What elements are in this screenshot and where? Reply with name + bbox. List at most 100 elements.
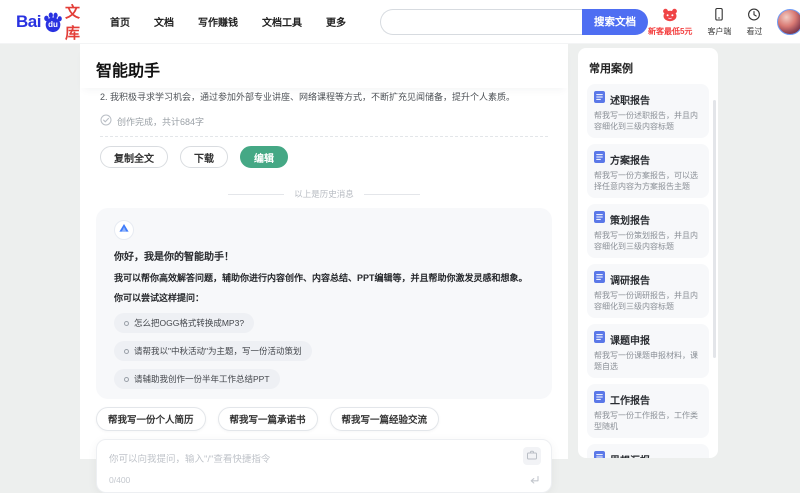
viewed-label: 看过 (746, 26, 763, 36)
creation-status: 创作完成，共计684字 (100, 114, 548, 128)
case-item-proposal-report[interactable]: 方案报告 帮我写一份方案报告，可以选择任意内容为方案报告主题 (587, 144, 709, 198)
client-label: 客户端 (707, 26, 732, 36)
logo-text-wenku: 文库 (64, 3, 80, 42)
case-item-debriefing-report[interactable]: 述职报告 帮我写一份述职报告，并且内容细化到三级内容标题 (587, 84, 709, 138)
case-item-planning-report[interactable]: 策划报告 帮我写一份策划报告，并且内容细化到三级内容标题 (587, 204, 709, 258)
search-docs-button[interactable]: 搜索文档 (581, 8, 648, 35)
suggestion-halfyear-ppt[interactable]: 请辅助我创作一份半年工作总结PPT (114, 369, 280, 389)
assistant-avatar (114, 220, 134, 240)
nav-item-docs[interactable]: 文档 (154, 14, 174, 29)
history-divider: 以上是历史消息 (80, 188, 568, 200)
quick-prompt-row: 帮我写一份个人简历 帮我写一篇承诺书 帮我写一篇经验交流 (96, 407, 552, 431)
case-item-project-application[interactable]: 课题申报 帮我写一份课题申报材料，课题自选 (587, 324, 709, 378)
quick-command-icon (526, 449, 538, 464)
case-title: 述职报告 (610, 95, 650, 107)
case-desc: 帮我写一份述职报告，并且内容细化到三级内容标题 (594, 111, 698, 131)
clock-icon (747, 7, 761, 24)
suggestion-ogg-to-mp3[interactable]: 怎么把OGG格式转换成MP3? (114, 313, 255, 333)
bullet-circle-icon (124, 376, 129, 382)
case-head: 调研报告 (594, 270, 702, 288)
baidu-paw-icon: du (42, 11, 64, 33)
dashed-divider (100, 136, 548, 137)
document-excerpt: 2. 我积极寻求学习机会，通过参加外部专业讲座、网络课程等方式，不断扩充见闻储备… (100, 92, 516, 102)
nav-item-home[interactable]: 首页 (110, 14, 130, 29)
search-input[interactable] (379, 8, 582, 35)
status-text: 创作完成，共计684字 (117, 116, 205, 127)
case-desc: 帮我写一份方案报告，可以选择任意内容为方案报告主题 (594, 171, 698, 191)
suggestion-label: 怎么把OGG格式转换成MP3? (134, 318, 245, 328)
case-title: 思想汇报 (610, 452, 650, 459)
document-actions: 复制全文 下载 编辑 (100, 146, 548, 168)
nav-item-more[interactable]: 更多 (326, 14, 346, 29)
document-icon (594, 210, 605, 228)
download-button[interactable]: 下载 (180, 146, 228, 168)
suggestion-label: 请辅助我创作一份半年工作总结PPT (134, 374, 270, 384)
nav-item-writing-earn[interactable]: 写作赚钱 (198, 14, 238, 29)
char-counter: 0/400 (109, 475, 131, 485)
case-head: 述职报告 (594, 90, 702, 108)
case-item-work-report[interactable]: 工作报告 帮我写一份工作报告，工作类型随机 (587, 384, 709, 438)
logo-text-bai: Bai (16, 11, 41, 31)
sidebar-title: 常用案例 (589, 63, 633, 75)
quick-prompt-experience[interactable]: 帮我写一篇经验交流 (329, 407, 440, 431)
case-desc: 帮我写一份课题申报材料，课题自选 (594, 351, 698, 371)
suggestion-list: 怎么把OGG格式转换成MP3? 请帮我以"中秋活动"为主题，写一份活动策划 请辅… (114, 313, 534, 389)
search-bar: 搜索文档 (379, 8, 648, 35)
baidu-wenku-logo[interactable]: Bai du 文库 (16, 1, 80, 43)
suggestion-label: 请帮我以"中秋活动"为主题，写一份活动策划 (134, 346, 302, 356)
case-title: 方案报告 (610, 155, 650, 167)
document-icon (594, 90, 605, 108)
bullet-circle-icon (124, 348, 129, 354)
document-icon (594, 390, 605, 408)
case-title: 调研报告 (610, 275, 650, 287)
case-item-thought-report[interactable]: 思想汇报 帮我写一份思想汇报 (587, 444, 709, 458)
case-title: 工作报告 (610, 395, 650, 407)
edit-button[interactable]: 编辑 (240, 146, 288, 168)
case-head: 策划报告 (594, 210, 702, 228)
phone-icon (712, 7, 726, 24)
assistant-message-text: 你好，我是你的智能助手！ 我可以帮你高效解答问题，辅助你进行内容创作、内容总结、… (114, 248, 534, 308)
quick-command-button[interactable] (523, 447, 541, 465)
nav-item-doc-tools[interactable]: 文档工具 (262, 14, 302, 29)
client-app-entry[interactable]: 客户端 (707, 7, 731, 37)
suggestion-midautumn-plan[interactable]: 请帮我以"中秋活动"为主题，写一份活动策划 (114, 341, 312, 361)
case-desc: 帮我写一份工作报告，工作类型随机 (594, 411, 698, 431)
page-title: 智能助手 (96, 63, 161, 80)
common-cases-sidebar: 常用案例 述职报告 帮我写一份述职报告，并且内容细化到三级内容标题 方案报告 帮… (578, 48, 718, 458)
assistant-greeting: 你好，我是你的智能助手！ (114, 252, 234, 263)
check-circle-icon (100, 114, 112, 128)
document-icon (594, 150, 605, 168)
case-head: 课题申报 (594, 330, 702, 348)
message-input[interactable] (109, 454, 479, 465)
copy-full-text-button[interactable]: 复制全文 (100, 146, 168, 168)
assistant-intro: 我可以帮你高效解答问题，辅助你进行内容创作、内容总结、PPT编辑等，并且帮助你激… (114, 273, 528, 283)
assistant-panel: 智能助手 2. 我积极寻求学习机会，通过参加外部专业讲座、网络课程等方式，不断扩… (80, 44, 568, 493)
top-header: Bai du 文库 首页 文档 写作赚钱 文档工具 更多 搜索文档 新客最低5元… (0, 0, 800, 44)
promo-new-user[interactable]: 新客最低5元 (648, 7, 692, 37)
document-icon (594, 450, 605, 458)
wenku-logo-icon (118, 221, 130, 239)
divider-line-left (228, 193, 285, 195)
case-title: 策划报告 (610, 215, 650, 227)
header-actions: 新客最低5元 客户端 看过 (648, 7, 800, 37)
sidebar-scrollbar[interactable] (713, 100, 716, 358)
case-title: 课题申报 (610, 335, 650, 347)
assistant-message-card: 你好，我是你的智能助手！ 我可以帮你高效解答问题，辅助你进行内容创作、内容总结、… (96, 208, 552, 399)
generated-document-section: 2. 我积极寻求学习机会，通过参加外部专业讲座、网络课程等方式，不断扩充见闻储备… (80, 91, 568, 168)
user-avatar[interactable] (777, 8, 800, 35)
case-head: 工作报告 (594, 390, 702, 408)
quick-prompt-commitment[interactable]: 帮我写一篇承诺书 (217, 407, 318, 431)
case-desc: 帮我写一份策划报告，并且内容细化到三级内容标题 (594, 231, 698, 251)
send-button[interactable] (528, 475, 540, 486)
assistant-try-prompt: 你可以尝试这样提问： (114, 293, 205, 303)
enter-icon (528, 474, 540, 489)
message-input-card: 0/400 (96, 439, 552, 493)
viewed-history-entry[interactable]: 看过 (746, 7, 762, 37)
document-icon (594, 330, 605, 348)
quick-prompt-resume[interactable]: 帮我写一份个人简历 (96, 407, 206, 431)
main-nav: 首页 文档 写作赚钱 文档工具 更多 (110, 14, 346, 29)
bullet-circle-icon (124, 320, 129, 326)
history-divider-label: 以上是历史消息 (294, 189, 354, 199)
case-item-research-report[interactable]: 调研报告 帮我写一份调研报告，并且内容细化到三级内容标题 (587, 264, 709, 318)
document-icon (594, 270, 605, 288)
